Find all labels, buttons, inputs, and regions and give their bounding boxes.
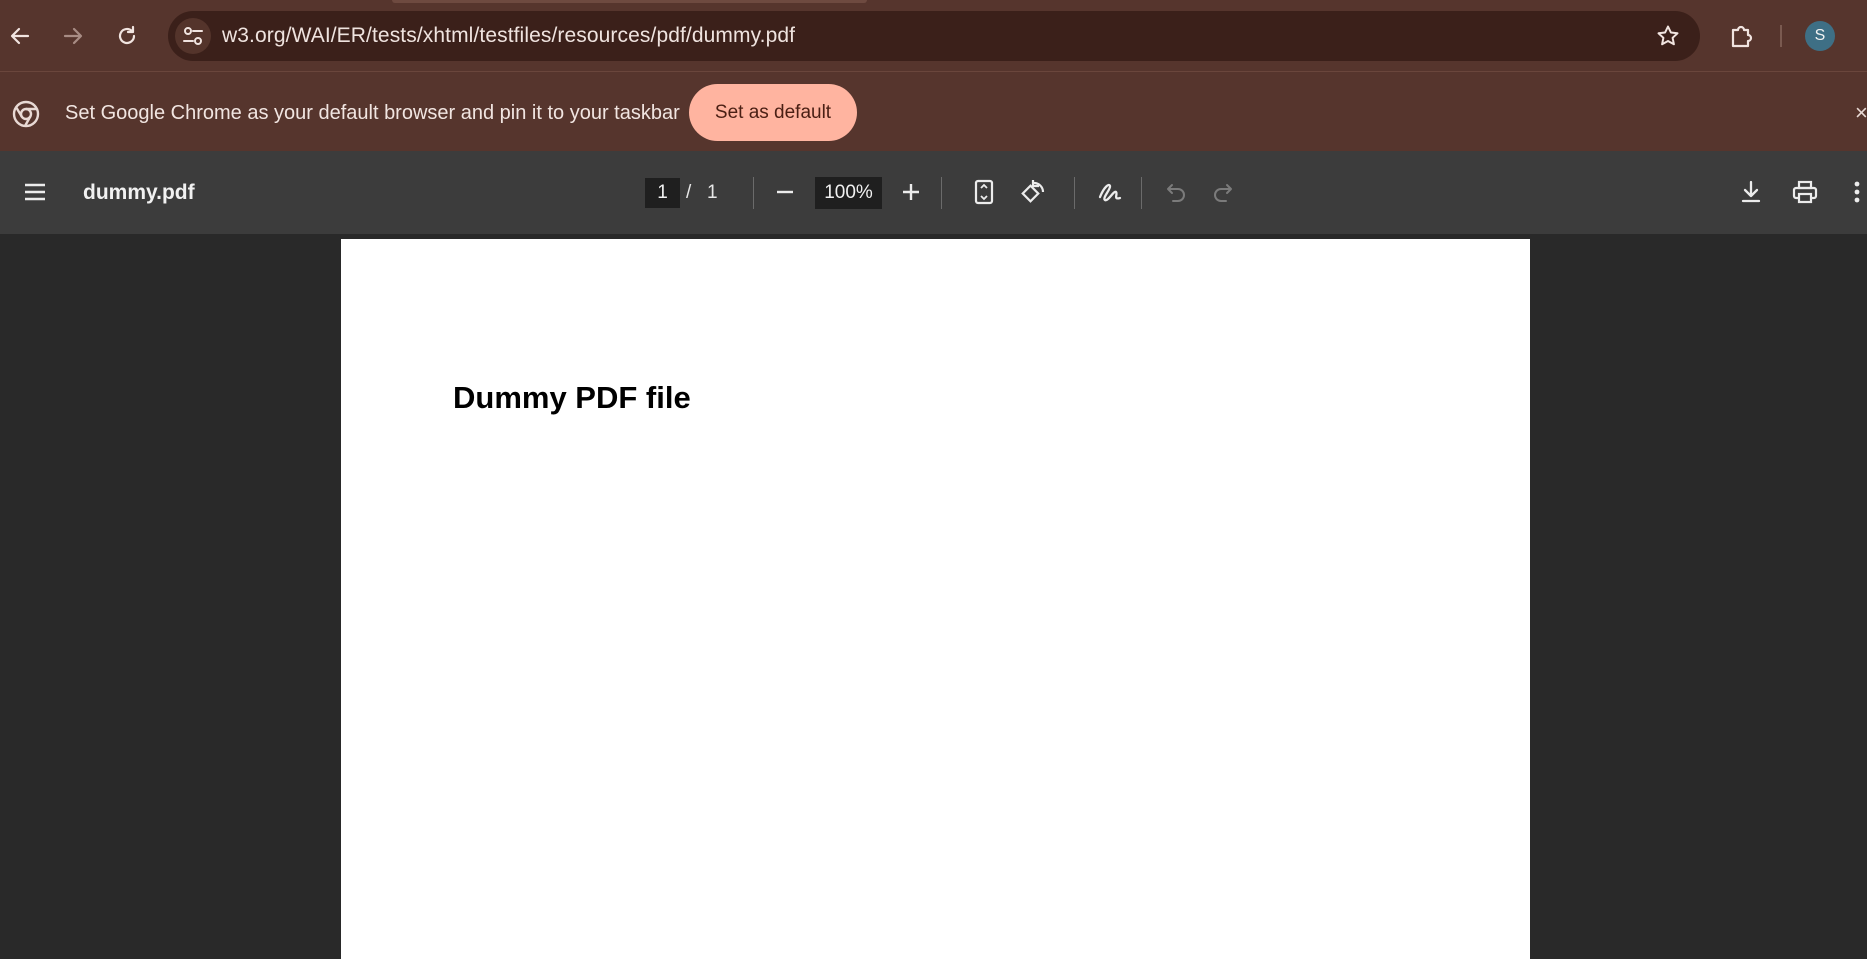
tune-icon [183,27,203,45]
arrow-right-icon [63,27,83,45]
address-bar[interactable]: w3.org/WAI/ER/tests/xhtml/testfiles/reso… [168,11,1700,61]
toolbar-divider [1074,177,1075,209]
toolbar-divider [1780,25,1782,47]
set-as-default-button[interactable]: Set as default [689,84,857,141]
arrow-left-icon [10,27,30,45]
download-icon [1741,180,1761,203]
bookmark-button[interactable] [1654,22,1682,50]
redo-button[interactable] [1208,177,1238,207]
reload-icon [118,25,136,45]
star-icon [1657,25,1679,46]
back-button[interactable] [1,17,39,55]
extensions-button[interactable] [1722,17,1760,55]
active-tab-edge [392,0,867,3]
close-icon[interactable]: × [1855,100,1867,125]
print-button[interactable] [1788,175,1822,209]
page-separator: / [686,182,692,203]
fit-page-button[interactable] [969,175,999,209]
pdf-viewer-area[interactable]: Dummy PDF file [0,234,1867,959]
menu-icon [25,183,45,201]
annotate-icon [1098,183,1122,202]
toolbar-divider [1141,177,1142,209]
annotate-button[interactable] [1093,175,1127,209]
undo-button[interactable] [1161,177,1191,207]
browser-toolbar: w3.org/WAI/ER/tests/xhtml/testfiles/reso… [0,0,1867,71]
page-total: 1 [707,182,718,203]
zoom-in-button[interactable] [896,177,926,207]
infobar-message: Set Google Chrome as your default browse… [65,102,680,124]
zoom-out-button[interactable] [770,177,800,207]
pdf-toolbar: dummy.pdf 1 / 1 100% [0,151,1867,234]
rotate-icon [1021,180,1045,203]
zoom-in-icon [903,184,919,200]
forward-button[interactable] [54,17,92,55]
reload-button[interactable] [108,17,146,55]
url-text[interactable]: w3.org/WAI/ER/tests/xhtml/testfiles/reso… [222,24,795,48]
default-browser-infobar: Set Google Chrome as your default browse… [0,71,1867,151]
page-number-input[interactable]: 1 [645,178,680,208]
site-info-button[interactable] [175,18,211,54]
pdf-page: Dummy PDF file [341,239,1530,959]
more-options-button[interactable] [1850,177,1864,207]
print-icon [1792,180,1818,204]
rotate-button[interactable] [1016,175,1050,209]
zoom-level-input[interactable]: 100% [815,177,882,209]
puzzle-icon [1731,25,1753,48]
redo-icon [1214,184,1232,202]
download-button[interactable] [1736,175,1766,209]
page-heading: Dummy PDF file [453,380,691,415]
profile-avatar[interactable]: S [1805,21,1835,51]
undo-icon [1167,184,1185,202]
menu-button[interactable] [20,177,50,207]
chrome-logo-icon [12,100,40,128]
toolbar-divider [941,177,942,209]
toolbar-divider [753,177,754,209]
zoom-out-icon [777,190,793,194]
more-icon [1854,181,1860,203]
fit-page-icon [974,179,994,205]
document-title: dummy.pdf [83,181,195,204]
